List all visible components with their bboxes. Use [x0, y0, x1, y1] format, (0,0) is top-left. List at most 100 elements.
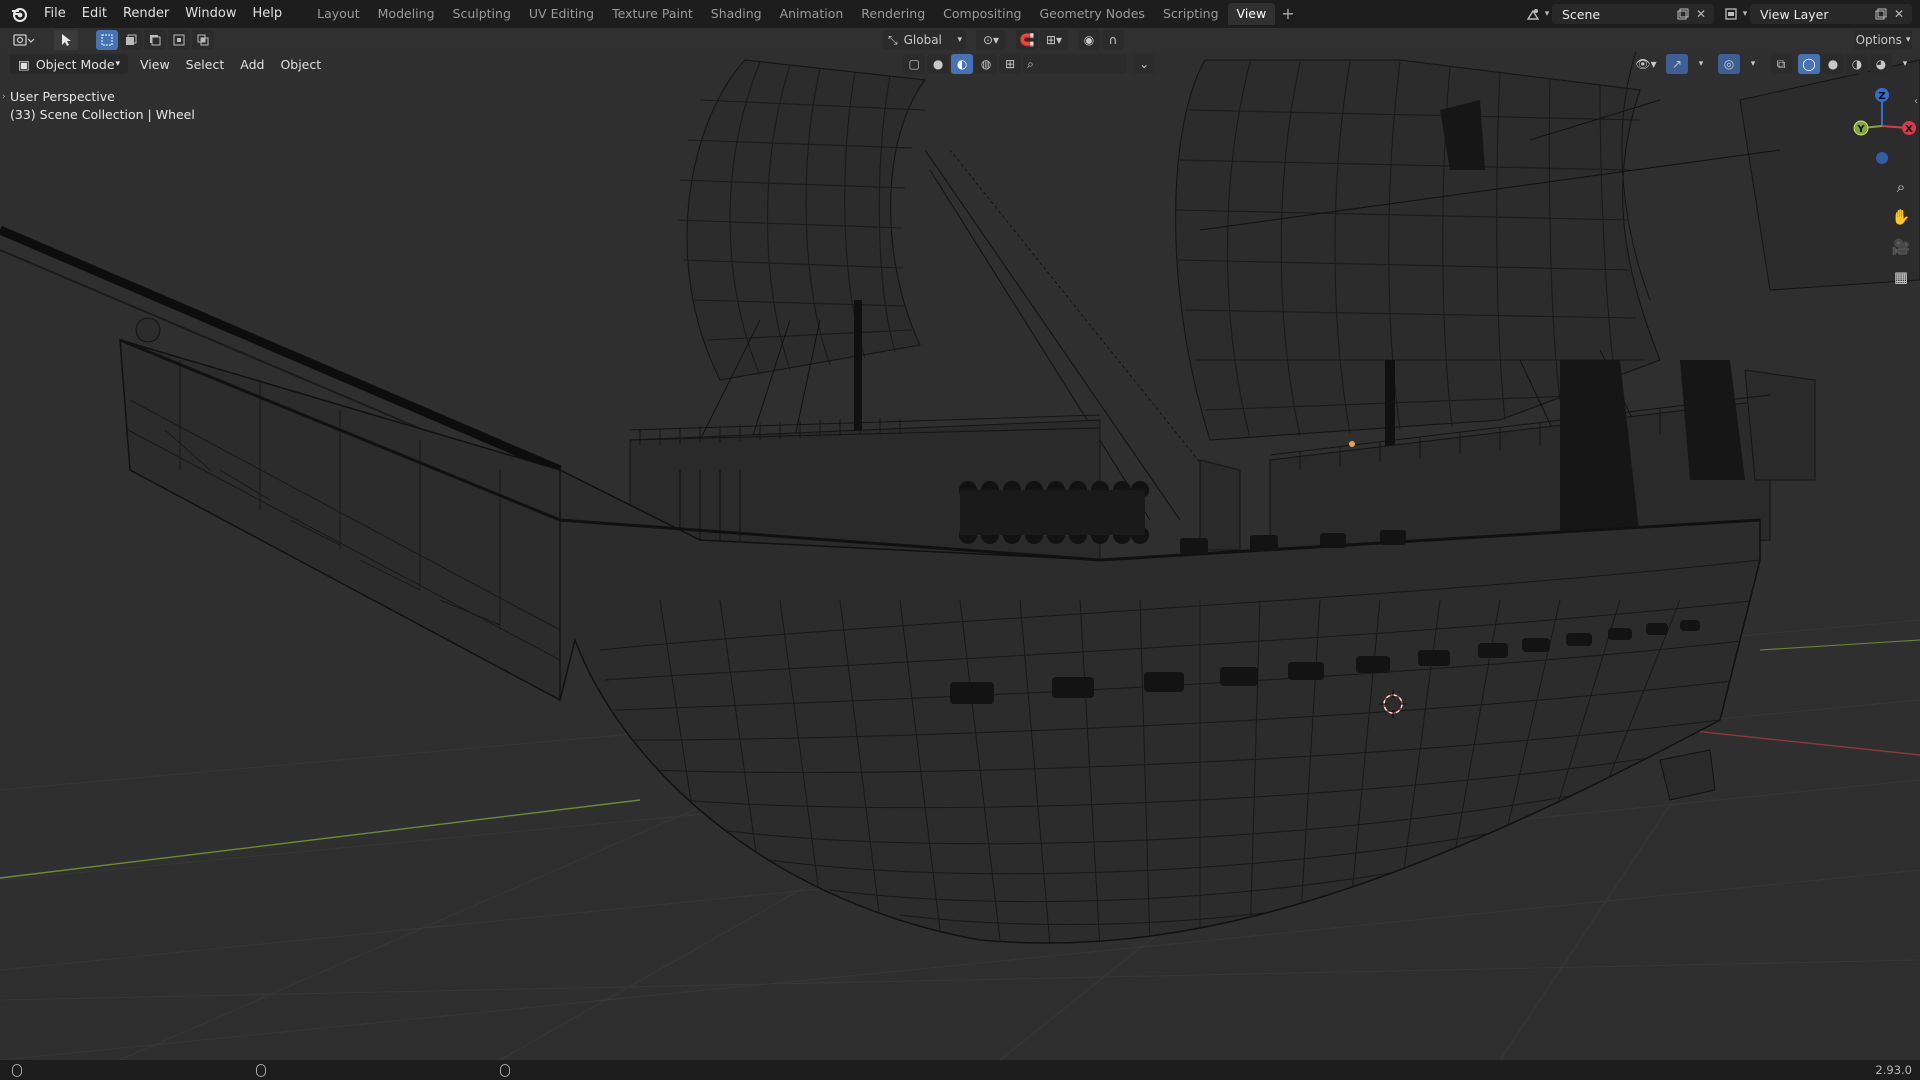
orientation-icon: ⤡: [888, 32, 898, 47]
menu-add[interactable]: Add: [232, 54, 272, 74]
chevron-down-icon[interactable]: ▾: [1742, 54, 1764, 74]
toggle-xray-icon[interactable]: ⊞: [999, 54, 1022, 74]
tab-texture-paint[interactable]: Texture Paint: [603, 3, 702, 25]
tab-animation[interactable]: Animation: [771, 3, 853, 25]
tab-layout[interactable]: Layout: [308, 3, 369, 25]
tab-modeling[interactable]: Modeling: [369, 3, 444, 25]
tab-compositing[interactable]: Compositing: [934, 3, 1030, 25]
wireframe-scene[interactable]: [0, 39, 1920, 1061]
menu-select[interactable]: Select: [178, 54, 233, 74]
wireframe-shading-icon[interactable]: ◯: [1798, 54, 1820, 74]
snap-toggle-icon[interactable]: 🧲: [1016, 30, 1038, 50]
chevron-down-icon: ▾: [957, 35, 962, 45]
mouse-middle-icon: [256, 1063, 266, 1077]
menu-object[interactable]: Object: [272, 54, 329, 74]
axis-gizmo[interactable]: Z X Y: [1830, 80, 1920, 170]
shading-rendered-icon[interactable]: ◍: [975, 54, 998, 74]
menu-window[interactable]: Window: [177, 0, 244, 28]
tab-view[interactable]: View: [1227, 3, 1276, 25]
view-layer-field[interactable]: View Layer ✕: [1750, 4, 1912, 24]
workspace-tabs: Layout Modeling Sculpting UV Editing Tex…: [308, 3, 1300, 25]
view-layer-selector-icon[interactable]: [1722, 5, 1740, 23]
visibility-icon[interactable]: 👁▾: [1632, 54, 1660, 74]
snap-target-dropdown[interactable]: ⊞▾: [1040, 30, 1068, 50]
tab-geometry-nodes[interactable]: Geometry Nodes: [1031, 3, 1154, 25]
chevron-down-icon[interactable]: ▾: [1542, 5, 1552, 23]
new-scene-icon[interactable]: [1674, 5, 1692, 23]
mouse-right-icon: [500, 1063, 510, 1077]
mouse-left-icon: [12, 1063, 22, 1077]
shading-material-icon[interactable]: ◐: [951, 54, 974, 74]
selection-mode-group: [94, 30, 214, 50]
menu-render[interactable]: Render: [115, 0, 177, 28]
select-new-icon[interactable]: [96, 30, 118, 50]
chevron-down-icon[interactable]: ▾: [1690, 54, 1712, 74]
options-dropdown[interactable]: Options ▾: [1854, 30, 1912, 50]
chevron-down-icon: ▾: [115, 59, 120, 69]
chevron-down-icon: ▾: [1905, 35, 1911, 45]
proportional-editing-icon[interactable]: ◉: [1078, 30, 1100, 50]
shading-solid-icon[interactable]: ●: [927, 54, 950, 74]
material-shading-icon[interactable]: ◑: [1846, 54, 1868, 74]
y-axis-line-far: [1759, 639, 1920, 651]
tab-shading[interactable]: Shading: [702, 3, 771, 25]
tab-sculpting[interactable]: Sculpting: [444, 3, 520, 25]
tab-uv-editing[interactable]: UV Editing: [520, 3, 603, 25]
select-intersect-icon[interactable]: [192, 30, 214, 50]
select-invert-icon[interactable]: [168, 30, 190, 50]
top-right-controls: ▾ Scene ✕ ▾ View Layer ✕: [1524, 0, 1920, 28]
view-layer-name[interactable]: View Layer: [1754, 7, 1872, 22]
rendered-shading-icon[interactable]: ◕: [1870, 54, 1892, 74]
y-axis-line: [0, 799, 641, 879]
viewport-info: User Perspective (33) Scene Collection |…: [10, 88, 195, 124]
sail-front: [677, 59, 927, 381]
new-view-layer-icon[interactable]: [1872, 5, 1890, 23]
select-extend-icon[interactable]: [120, 30, 142, 50]
camera-view-icon[interactable]: 🎥: [1888, 234, 1914, 260]
menu-view[interactable]: View: [132, 54, 178, 74]
navigation-gizmo[interactable]: Z X Y ⌕ ✋ 🎥 ▦: [1830, 80, 1920, 290]
xray-toggle-icon[interactable]: ⧉: [1770, 54, 1792, 74]
scene-name[interactable]: Scene: [1556, 7, 1674, 22]
blender-logo-icon[interactable]: [8, 3, 30, 25]
close-icon[interactable]: ✕: [1692, 5, 1710, 23]
pan-hand-icon[interactable]: ✋: [1888, 204, 1914, 230]
solid-shading-icon[interactable]: ●: [1822, 54, 1844, 74]
version-label: 2.93.0: [1875, 1063, 1912, 1077]
scene-field[interactable]: Scene ✕: [1552, 4, 1714, 24]
select-tool-icon[interactable]: [54, 30, 78, 50]
tab-scripting[interactable]: Scripting: [1154, 3, 1228, 25]
gizmo-toggle-icon[interactable]: ↗: [1666, 54, 1688, 74]
3d-viewport[interactable]: [0, 39, 1920, 1061]
bowsprit-ring: [135, 317, 161, 343]
zoom-icon[interactable]: ⌕: [1888, 174, 1914, 200]
select-subtract-icon[interactable]: [144, 30, 166, 50]
object-mode-icon: ▣: [18, 56, 30, 72]
editor-type-icon[interactable]: [8, 30, 40, 50]
tab-rendering[interactable]: Rendering: [852, 3, 934, 25]
pivot-point-dropdown[interactable]: ⊙▾: [976, 30, 1006, 50]
transform-controls: ⤡ Global ▾ ⊙▾ 🧲 ⊞▾ ◉ ∩: [880, 30, 1124, 50]
gizmo-y-label: Y: [1856, 124, 1865, 135]
top-bar: File Edit Render Window Help Layout Mode…: [0, 0, 1920, 28]
mode-dropdown[interactable]: ▣ Object Mode ▾: [10, 54, 128, 74]
scene-selector-icon[interactable]: [1524, 5, 1542, 23]
overlays-toggle-icon[interactable]: ◎: [1718, 54, 1740, 74]
object-origin: [1349, 441, 1355, 447]
menu-edit[interactable]: Edit: [74, 0, 115, 28]
chevron-down-icon[interactable]: ▾: [1740, 5, 1750, 23]
close-icon[interactable]: ✕: [1890, 5, 1908, 23]
toolbar-toggle-icon[interactable]: ›: [2, 92, 6, 102]
menu-help[interactable]: Help: [245, 0, 291, 28]
add-workspace-icon[interactable]: +: [1275, 3, 1300, 25]
object-type-visibility-icon[interactable]: ▢: [903, 54, 926, 74]
status-bar: 2.93.0: [0, 1060, 1920, 1080]
orthographic-toggle-icon[interactable]: ▦: [1888, 264, 1914, 290]
proportional-falloff-icon[interactable]: ∩: [1102, 30, 1124, 50]
transform-orientation-dropdown[interactable]: ⤡ Global ▾: [882, 30, 966, 50]
menu-file[interactable]: File: [36, 0, 74, 28]
chevron-down-icon[interactable]: ▾: [1894, 54, 1916, 74]
search-icon[interactable]: ⌕: [1023, 54, 1128, 74]
scene-collection-label: (33) Scene Collection | Wheel: [10, 107, 195, 122]
chevron-down-icon[interactable]: ⌄: [1133, 54, 1156, 74]
